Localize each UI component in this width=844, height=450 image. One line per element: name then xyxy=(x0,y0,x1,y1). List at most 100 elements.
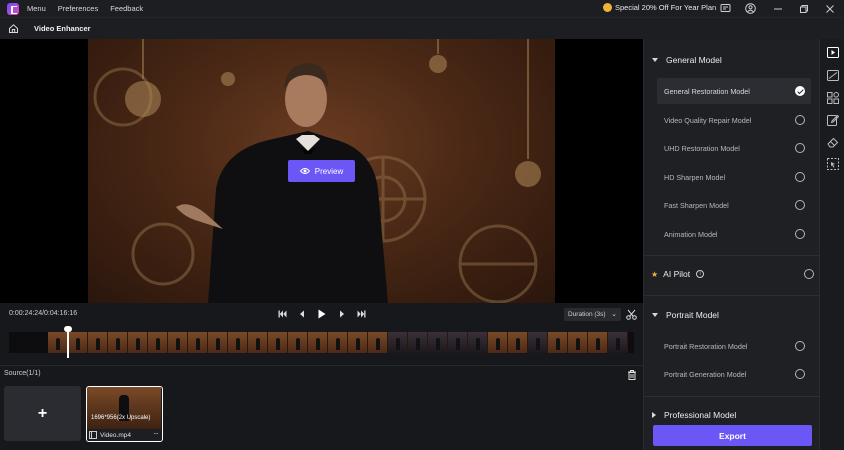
media-resolution: 1696*956(2x Upscale) xyxy=(91,415,151,421)
promo-text: Special 20% Off For Year Plan xyxy=(615,3,717,12)
play-icon[interactable] xyxy=(316,308,328,320)
filmstrip-frames xyxy=(48,332,634,353)
filmstrip-frame xyxy=(308,332,328,353)
media-thumbnail xyxy=(87,387,161,429)
filmstrip-frame xyxy=(68,332,88,353)
collapse-icon xyxy=(652,313,658,317)
filmstrip-frame xyxy=(48,332,68,353)
close-icon[interactable] xyxy=(823,2,836,15)
promo-banner[interactable]: Special 20% Off For Year Plan xyxy=(603,3,716,12)
colorize-icon[interactable] xyxy=(826,91,839,104)
radio-icon[interactable] xyxy=(795,369,805,379)
prev-frame-icon[interactable] xyxy=(296,308,308,320)
media-item[interactable]: 1696*956(2x Upscale) Video.mp4 ··· xyxy=(86,386,163,442)
menu-menu[interactable]: Menu xyxy=(27,4,46,13)
option-fast-sharpen[interactable]: Fast Sharpen Model xyxy=(657,192,811,218)
option-label: Portrait Restoration Model xyxy=(664,341,748,351)
filmstrip-frame xyxy=(428,332,448,353)
filmstrip-frame xyxy=(548,332,568,353)
filmstrip-frame xyxy=(288,332,308,353)
scissors-icon[interactable] xyxy=(626,309,637,320)
video-file-icon xyxy=(89,431,97,439)
gift-icon xyxy=(603,3,612,12)
export-button[interactable]: Export xyxy=(653,425,812,446)
ai-pilot-label: AI Pilot xyxy=(663,269,691,279)
info-icon[interactable]: i xyxy=(696,270,705,278)
video-preview-area: Preview xyxy=(0,39,643,303)
filmstrip-frame xyxy=(88,332,108,353)
star-icon: ★ xyxy=(651,269,659,279)
account-icon[interactable] xyxy=(744,2,757,15)
filmstrip-frame xyxy=(168,332,188,353)
next-frame-icon[interactable] xyxy=(336,308,348,320)
filmstrip-frame xyxy=(408,332,428,353)
option-general-restoration[interactable]: General Restoration Model xyxy=(657,78,811,104)
general-model-title: General Model xyxy=(666,55,722,65)
radio-icon[interactable] xyxy=(795,115,805,125)
menu-preferences[interactable]: Preferences xyxy=(58,4,98,13)
title-bar: Menu Preferences Feedback Special 20% Of… xyxy=(0,0,844,17)
option-animation[interactable]: Animation Model xyxy=(657,221,811,247)
plus-icon: + xyxy=(37,404,48,422)
timecode: 0:00:24:24/0:04:16:16 xyxy=(9,310,78,317)
feedback-icon[interactable] xyxy=(719,2,732,15)
trash-icon[interactable] xyxy=(627,370,637,380)
skip-to-end-icon[interactable] xyxy=(355,308,367,320)
frame-interpolation-icon[interactable] xyxy=(826,69,839,82)
filmstrip-frame xyxy=(188,332,208,353)
more-options-icon[interactable]: ··· xyxy=(153,429,159,438)
general-model-header[interactable]: General Model xyxy=(644,50,820,70)
timeline-filmstrip[interactable] xyxy=(9,332,634,353)
preview-button[interactable]: Preview xyxy=(288,160,355,182)
radio-icon[interactable] xyxy=(795,341,805,351)
minimize-icon[interactable] xyxy=(771,2,784,15)
filmstrip-frame xyxy=(528,332,548,353)
filmstrip-frame xyxy=(348,332,368,353)
option-portrait-restoration[interactable]: Portrait Restoration Model xyxy=(657,333,811,359)
option-uhd-restoration[interactable]: UHD Restoration Model xyxy=(657,135,811,161)
media-filename: Video.mp4 xyxy=(100,431,131,439)
option-label: General Restoration Model xyxy=(664,86,750,96)
option-video-quality-repair[interactable]: Video Quality Repair Model xyxy=(657,107,811,133)
divider xyxy=(644,295,820,296)
professional-model-header[interactable]: Professional Model xyxy=(644,405,820,420)
radio-checked-icon[interactable] xyxy=(795,86,805,96)
filmstrip-frame xyxy=(568,332,588,353)
filmstrip-frame xyxy=(228,332,248,353)
smart-cutout-icon[interactable] xyxy=(826,157,839,170)
menu-feedback[interactable]: Feedback xyxy=(110,4,143,13)
add-media-button[interactable]: + xyxy=(4,386,81,441)
filmstrip-frame xyxy=(508,332,528,353)
timeline-playhead[interactable] xyxy=(64,326,72,358)
filmstrip-frame xyxy=(488,332,508,353)
ai-pilot-option[interactable]: ★ AI Pilot i xyxy=(644,264,820,284)
divider xyxy=(0,365,643,366)
filmstrip-frame xyxy=(608,332,628,353)
radio-icon[interactable] xyxy=(795,200,805,210)
home-icon[interactable] xyxy=(7,23,19,35)
radio-icon[interactable] xyxy=(795,143,805,153)
video-enhance-icon[interactable] xyxy=(826,46,839,59)
preview-button-label: Preview xyxy=(314,166,344,176)
option-hd-sharpen[interactable]: HD Sharpen Model xyxy=(657,164,811,190)
portrait-model-header[interactable]: Portrait Model xyxy=(644,305,820,325)
radio-icon[interactable] xyxy=(804,269,814,279)
page-title: Video Enhancer xyxy=(34,24,91,33)
edit-icon[interactable] xyxy=(826,113,839,126)
filmstrip-frame xyxy=(268,332,288,353)
eraser-icon[interactable] xyxy=(826,135,839,148)
filmstrip-frame xyxy=(448,332,468,353)
radio-icon[interactable] xyxy=(795,229,805,239)
filmstrip-frame xyxy=(388,332,408,353)
duration-dropdown[interactable]: Duration (3s) ⌄ xyxy=(564,308,621,321)
playback-bar: 0:00:24:24/0:04:16:16 Duration (3s) ⌄ xyxy=(0,303,643,325)
collapse-icon xyxy=(652,58,658,62)
option-label: Video Quality Repair Model xyxy=(664,115,752,125)
divider xyxy=(644,396,820,397)
restore-icon[interactable] xyxy=(797,2,810,15)
skip-to-start-icon[interactable] xyxy=(276,308,288,320)
radio-icon[interactable] xyxy=(795,172,805,182)
portrait-model-title: Portrait Model xyxy=(666,310,719,320)
filmstrip-frame xyxy=(368,332,388,353)
option-portrait-generation[interactable]: Portrait Generation Model xyxy=(657,361,811,387)
